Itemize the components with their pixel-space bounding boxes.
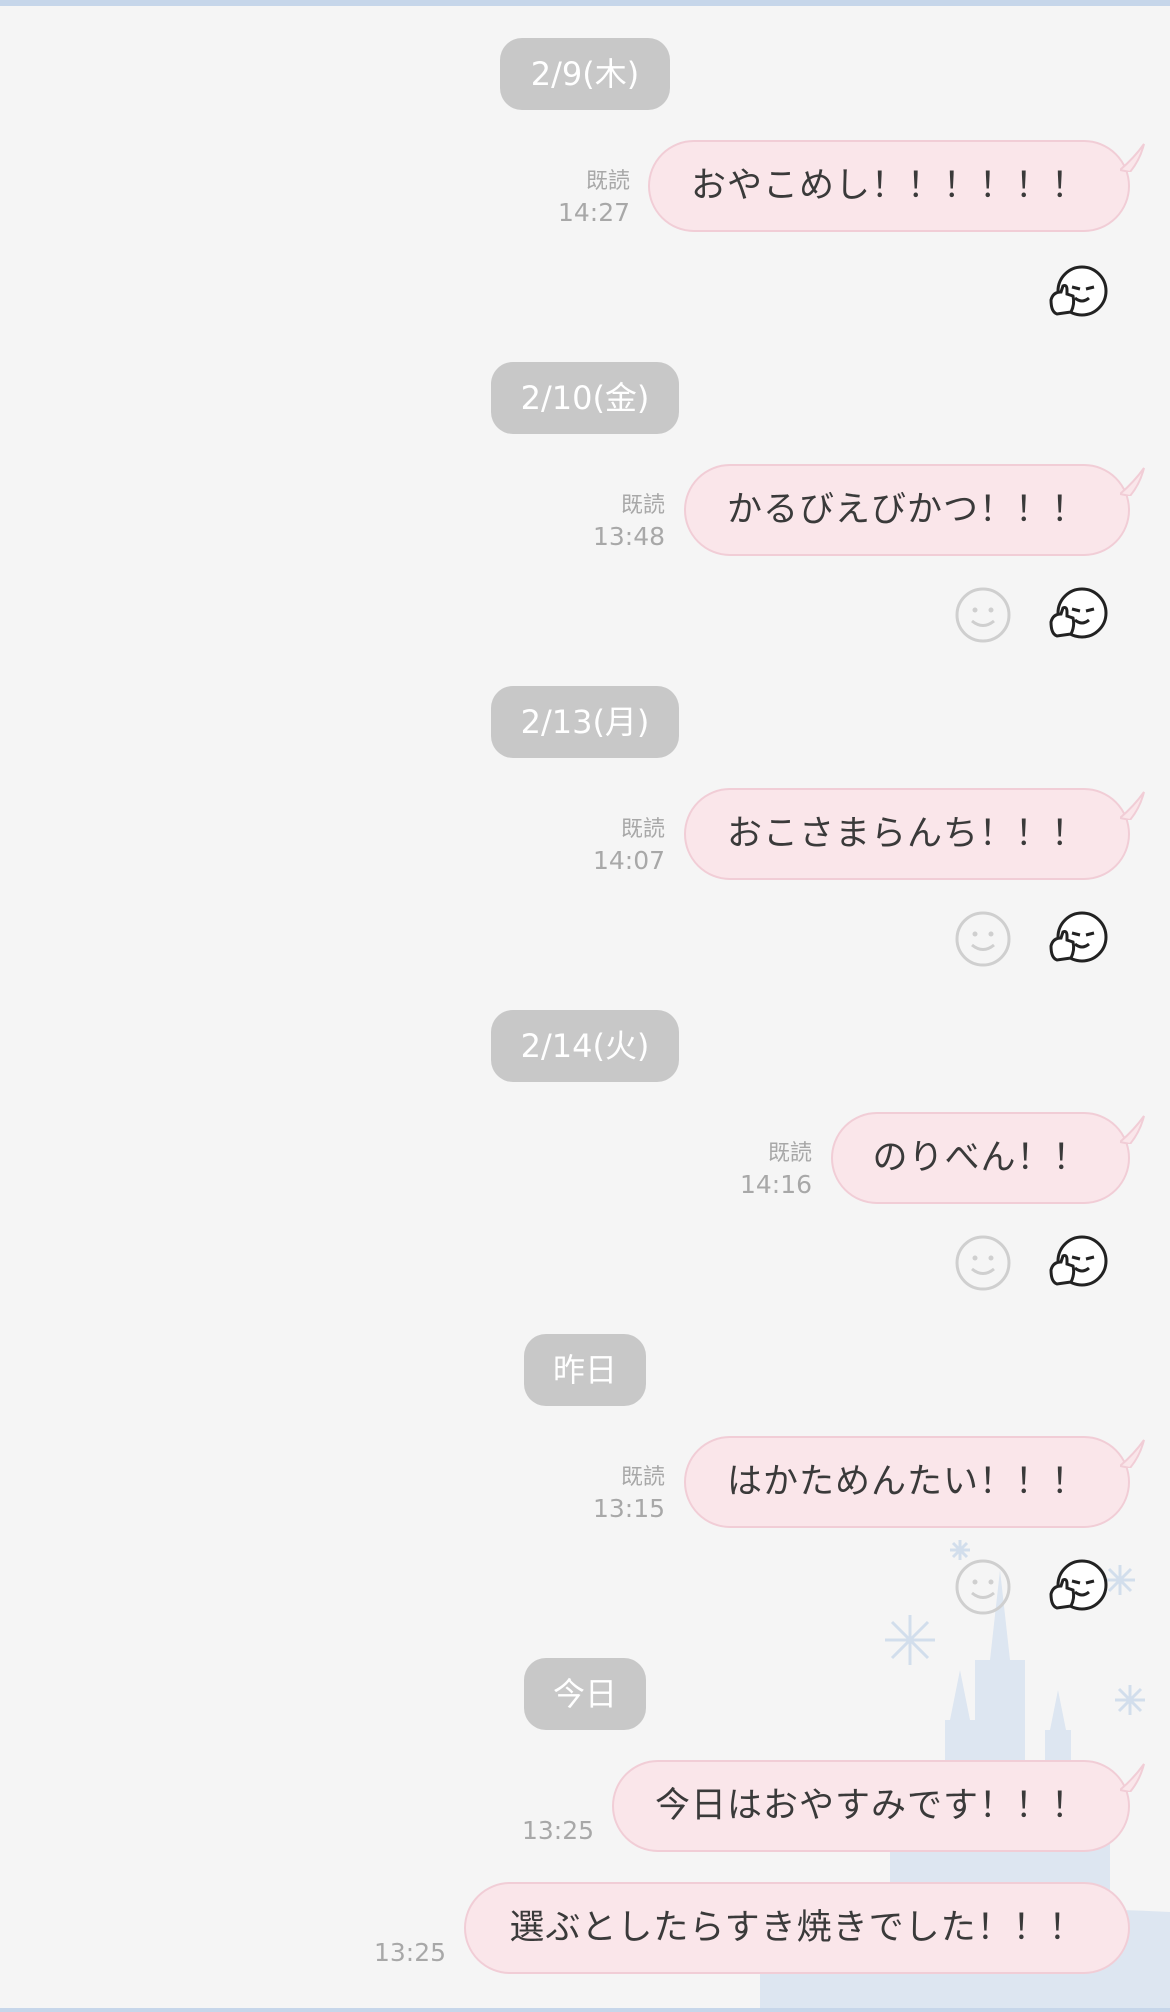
date-separator: 2/14(火): [491, 1010, 679, 1082]
date-separator: 今日: [524, 1658, 646, 1730]
bottom-border: [0, 2008, 1170, 2012]
message-time: 13:25: [521, 1816, 594, 1845]
bubble-tail: [1120, 1763, 1145, 1792]
read-receipt: 既読: [620, 817, 665, 842]
read-receipt: 既読: [620, 1465, 665, 1490]
thumbs-up-face-icon[interactable]: [1045, 1554, 1111, 1620]
date-separator: 2/10(金): [491, 362, 679, 434]
message-meta: 既読 13:48: [555, 492, 665, 554]
message-bubble[interactable]: おこさまらんち！！！: [684, 788, 1130, 880]
top-border: [0, 0, 1170, 6]
message-bubble[interactable]: 選ぶとしたらすき焼きでした！！！: [464, 1882, 1130, 1974]
message-bubble[interactable]: はかためんたい！！！: [684, 1436, 1130, 1528]
date-separator: 2/9(木): [500, 38, 670, 110]
message-meta: 13:25: [480, 1814, 594, 1848]
thumbs-up-face-icon[interactable]: [1045, 1230, 1111, 1296]
message-time: 13:15: [592, 1494, 665, 1523]
smiley-icon[interactable]: [950, 1554, 1016, 1620]
thumbs-up-face-icon[interactable]: [1045, 582, 1111, 648]
message-time: 14:16: [739, 1170, 812, 1199]
bubble-tail: [1120, 143, 1145, 172]
read-receipt: 既読: [767, 1141, 812, 1166]
date-separator: 2/13(月): [491, 686, 679, 758]
bubble-tail: [1120, 467, 1145, 496]
message-time: 14:07: [592, 846, 665, 875]
message-bubble[interactable]: のりべん！！: [831, 1112, 1130, 1204]
message-bubble[interactable]: 今日はおやすみです！！！: [612, 1760, 1130, 1852]
smiley-icon[interactable]: [950, 1230, 1016, 1296]
message-time: 13:48: [592, 522, 665, 551]
bubble-tail: [1120, 1439, 1145, 1468]
message-bubble[interactable]: かるびえびかつ！！！: [684, 464, 1130, 556]
bubble-tail: [1120, 1115, 1145, 1144]
message-meta: 13:25: [332, 1936, 446, 1970]
message-time: 14:27: [557, 198, 630, 227]
message-meta: 既読 13:15: [555, 1464, 665, 1526]
date-separator: 昨日: [524, 1334, 646, 1406]
read-receipt: 既読: [585, 169, 630, 194]
bubble-tail: [1120, 791, 1145, 820]
thumbs-up-face-icon[interactable]: [1045, 906, 1111, 972]
smiley-icon[interactable]: [950, 906, 1016, 972]
message-meta: 既読 14:27: [520, 168, 630, 230]
read-receipt: 既読: [620, 493, 665, 518]
message-meta: 既読 14:07: [555, 816, 665, 878]
message-meta: 既読 14:16: [702, 1140, 812, 1202]
smiley-icon[interactable]: [950, 582, 1016, 648]
message-time: 13:25: [373, 1938, 446, 1967]
message-bubble[interactable]: おやこめし！！！！！！: [648, 140, 1130, 232]
thumbs-up-face-icon[interactable]: [1045, 260, 1111, 326]
